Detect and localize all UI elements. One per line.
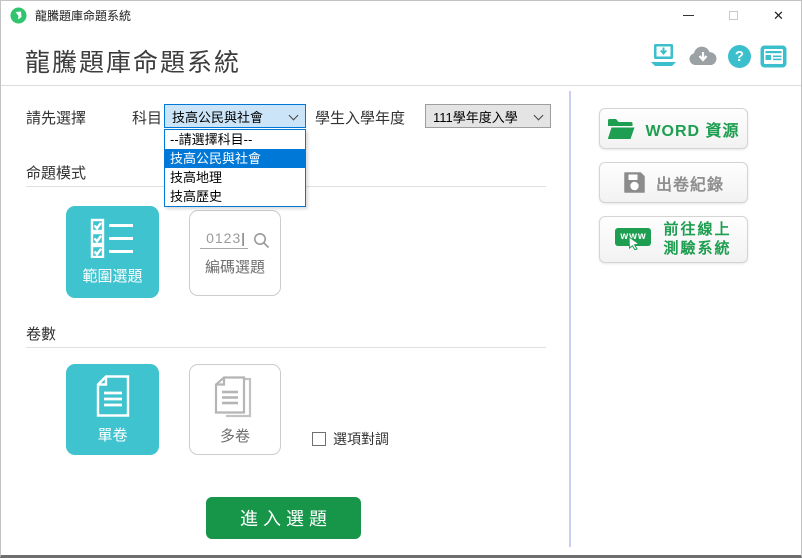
prompt-label: 請先選擇 (26, 107, 86, 128)
help-icon[interactable]: ? (728, 45, 751, 68)
subject-label: 科目 (132, 107, 162, 128)
search-icon (253, 232, 270, 249)
mode-section-title: 命題模式 (26, 162, 86, 183)
documents-stack-icon (214, 374, 256, 418)
subject-option[interactable]: 技高地理 (165, 168, 305, 187)
chevron-down-icon (534, 111, 544, 121)
chevron-down-icon (289, 111, 299, 121)
checklist-icon (90, 218, 136, 258)
year-label: 學生入學年度 (315, 107, 405, 128)
online-test-label-line2: 測驗系統 (663, 240, 731, 257)
word-resource-button[interactable]: WORD 資源 (599, 108, 748, 149)
app-logo-icon (10, 7, 27, 24)
single-paper-button[interactable]: 單卷 (66, 364, 159, 455)
online-test-label-line1: 前往線上 (663, 221, 731, 238)
enter-selection-button[interactable]: 進入選題 (206, 497, 361, 539)
swap-options-checkbox[interactable] (312, 432, 326, 446)
single-paper-label: 單卷 (97, 424, 127, 445)
laptop-download-icon[interactable] (649, 43, 678, 69)
app-header: 龍騰題庫命題系統 ? (1, 29, 801, 86)
code-input[interactable]: 0123| (200, 230, 248, 249)
title-bar: 龍騰題庫命題系統 ✕ (1, 1, 801, 29)
page-title: 龍騰題庫命題系統 (25, 43, 241, 79)
code-select-label: 編碼選題 (205, 256, 265, 277)
www-icon: www (615, 228, 653, 252)
subject-dropdown-list: --請選擇科目--技高公民與社會技高地理技高歷史 (164, 129, 306, 207)
year-select-value: 111學年度入學 (433, 107, 518, 126)
exam-record-button[interactable]: 出卷紀錄 (599, 162, 748, 203)
volume-section-title: 卷數 (26, 323, 56, 344)
document-icon (95, 375, 131, 417)
subject-option[interactable]: --請選擇科目-- (165, 130, 305, 149)
vertical-divider (569, 91, 571, 547)
window-title: 龍騰題庫命題系統 (35, 7, 131, 24)
folder-icon (607, 118, 635, 140)
subject-option[interactable]: 技高公民與社會 (165, 149, 305, 168)
code-select-button[interactable]: 0123| 編碼選題 (189, 210, 281, 296)
word-resource-label: WORD 資源 (645, 117, 739, 141)
save-icon (623, 171, 646, 194)
divider (26, 347, 546, 348)
close-icon: ✕ (773, 9, 784, 22)
close-button[interactable]: ✕ (756, 1, 801, 29)
multi-paper-label: 多卷 (220, 425, 250, 446)
minimize-button[interactable] (666, 1, 711, 29)
online-test-button[interactable]: www 前往線上 測驗系統 (599, 216, 748, 263)
record-list-icon[interactable] (760, 45, 787, 68)
app-window: 龍騰題庫命題系統 ✕ 龍騰題庫命題系統 (0, 0, 802, 558)
cloud-download-icon[interactable] (687, 44, 719, 68)
multi-paper-button[interactable]: 多卷 (189, 364, 281, 455)
maximize-button[interactable] (711, 1, 756, 29)
range-select-button[interactable]: 範圍選題 (66, 206, 159, 298)
subject-option[interactable]: 技高歷史 (165, 187, 305, 206)
minimize-icon (683, 15, 694, 16)
maximize-icon (729, 11, 738, 20)
swap-options-label: 選項對調 (333, 429, 389, 449)
cursor-icon (627, 236, 641, 250)
year-select[interactable]: 111學年度入學 (425, 104, 551, 128)
subject-select[interactable]: 技高公民與社會 (164, 104, 306, 128)
range-select-label: 範圍選題 (82, 265, 142, 286)
exam-record-label: 出卷紀錄 (656, 171, 724, 195)
subject-select-value: 技高公民與社會 (172, 107, 263, 126)
